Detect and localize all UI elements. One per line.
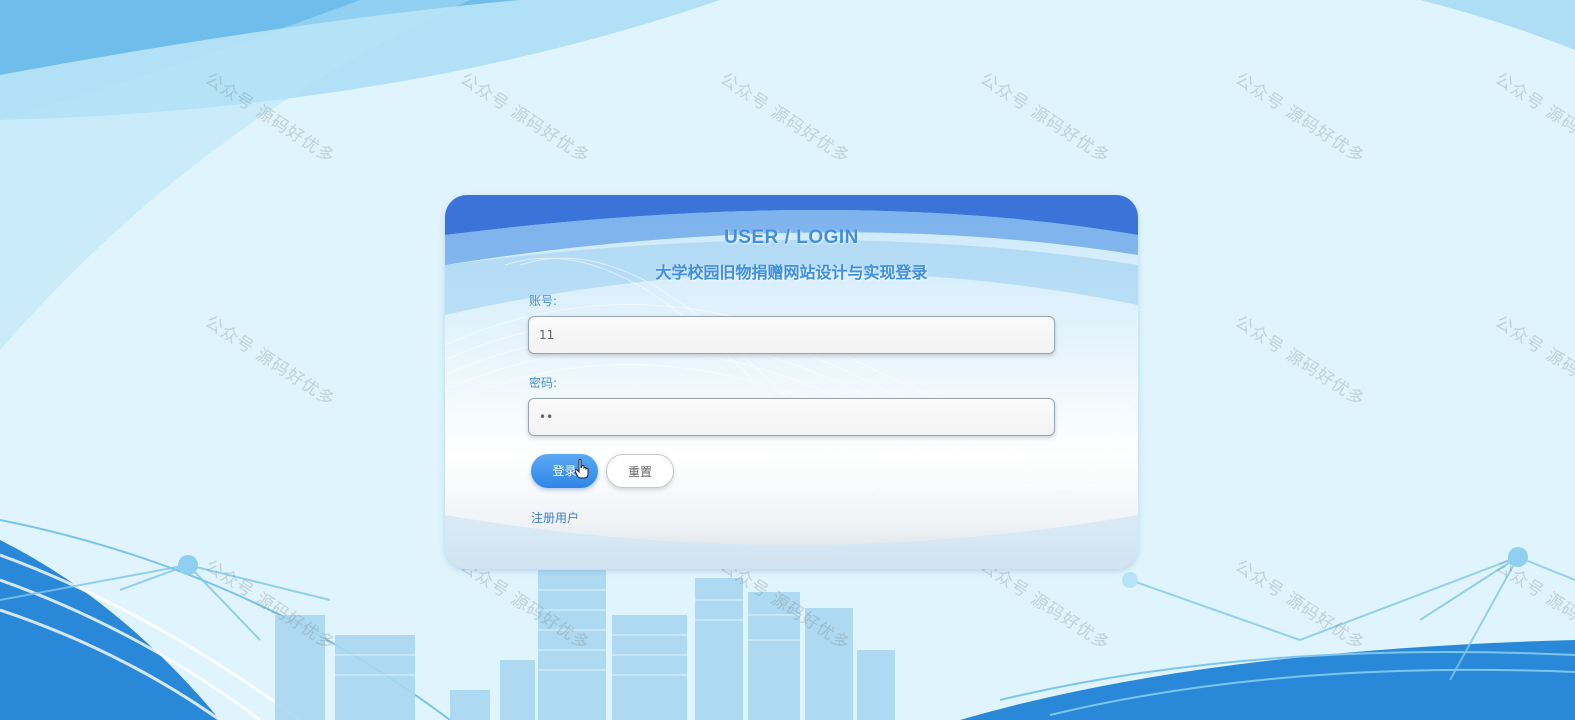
password-input[interactable]: ••	[528, 398, 1055, 436]
login-title: USER / LOGIN	[724, 227, 859, 248]
register-link[interactable]: 注册用户	[531, 509, 579, 526]
reset-button[interactable]: 重置	[606, 454, 674, 488]
password-label: 密码:	[529, 376, 558, 390]
account-label: 账号:	[529, 294, 558, 308]
hand-cursor-icon	[575, 459, 589, 479]
account-input[interactable]: 11	[528, 316, 1055, 354]
login-card: USER / LOGIN 大学校园旧物捐赠网站设计与实现登录 账号: 11 密码…	[445, 195, 1138, 569]
site-title: 大学校园旧物捐赠网站设计与实现登录	[655, 263, 928, 282]
